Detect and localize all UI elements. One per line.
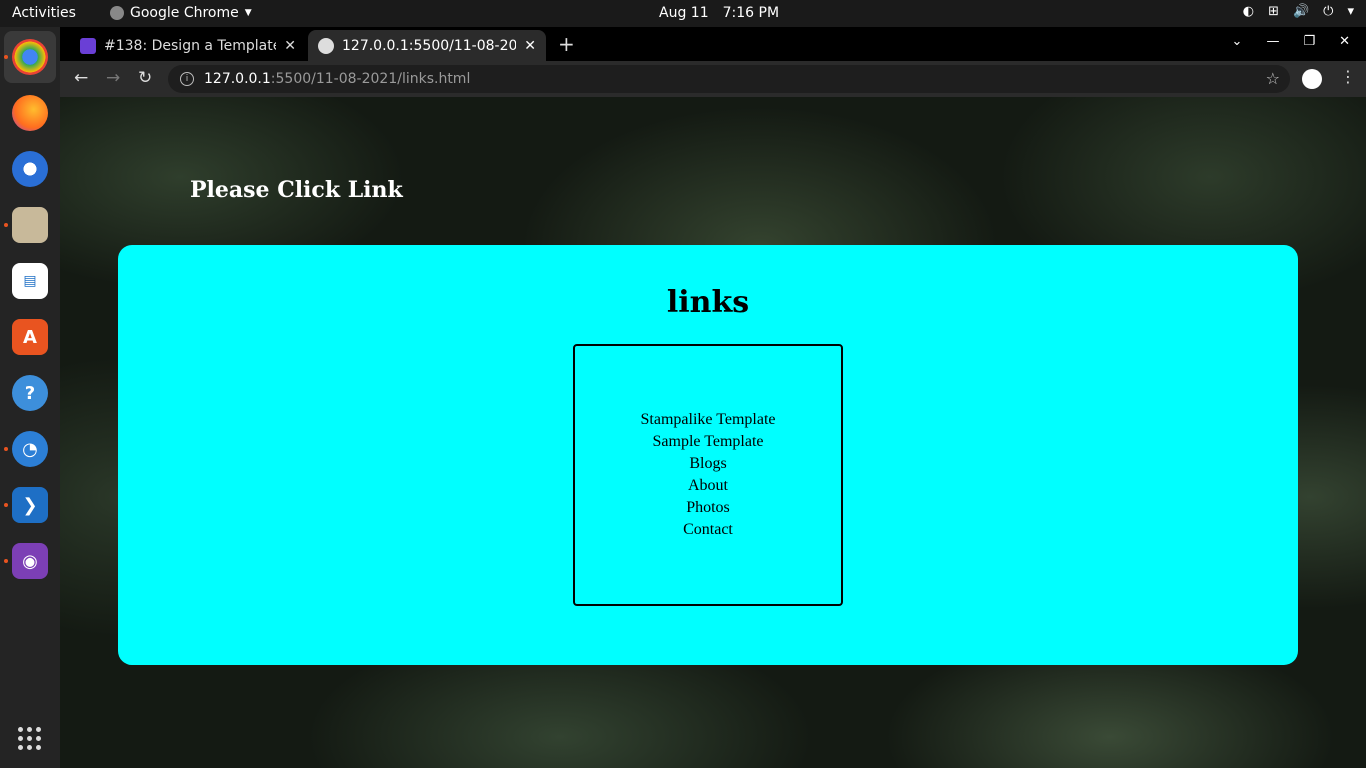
back-icon[interactable]: ← xyxy=(74,68,88,88)
software-icon[interactable]: A xyxy=(12,319,48,355)
forward-icon[interactable]: → xyxy=(106,68,120,88)
close-icon[interactable]: ✕ xyxy=(524,38,536,54)
files-icon[interactable] xyxy=(12,207,48,243)
close-icon[interactable]: ✕ xyxy=(284,38,296,54)
timeshift-icon[interactable]: ◔ xyxy=(12,431,48,467)
maximize-icon[interactable]: ❐ xyxy=(1303,34,1315,49)
page-viewport: Please Click Link links Stampalike Templ… xyxy=(60,97,1366,768)
tab-favicon-icon xyxy=(80,37,96,54)
night-light-icon: ◐ xyxy=(1242,4,1255,19)
caret-down-icon: ▾ xyxy=(1347,4,1354,19)
links-panel: links Stampalike Template Sample Templat… xyxy=(118,245,1298,665)
url-path: :5500/11-08-2021/links.html xyxy=(270,71,471,87)
tab-search-icon[interactable]: ⌄ xyxy=(1232,34,1243,49)
network-icon: ⊞ xyxy=(1268,4,1279,19)
github-icon[interactable]: ◉ xyxy=(12,543,48,579)
chrome-small-icon xyxy=(110,6,124,20)
system-top-bar: Activities Google Chrome ▼ Aug 11 7:16 P… xyxy=(0,0,1366,27)
running-dot xyxy=(4,559,8,563)
globe-icon xyxy=(318,37,334,54)
info-icon[interactable]: i xyxy=(180,72,194,86)
new-tab-button[interactable]: + xyxy=(558,32,575,56)
chrome-icon[interactable] xyxy=(12,39,48,75)
tab-design-template[interactable]: #138: Design a Template ✕ xyxy=(70,30,306,61)
address-bar[interactable]: i 127.0.0.1:5500/11-08-2021/links.html ☆ xyxy=(168,65,1290,93)
bookmark-star-icon[interactable]: ☆ xyxy=(1266,69,1280,88)
close-window-icon[interactable]: ✕ xyxy=(1339,34,1350,49)
menu-kebab-icon[interactable]: ⋮ xyxy=(1340,67,1356,86)
volume-icon: 🔊 xyxy=(1292,4,1310,19)
link-about[interactable]: About xyxy=(688,475,728,497)
app-grid-icon[interactable] xyxy=(18,727,42,751)
writer-icon[interactable]: ▤ xyxy=(12,263,48,299)
link-sample-template[interactable]: Sample Template xyxy=(653,431,764,453)
links-box: Stampalike Template Sample Template Blog… xyxy=(573,344,843,606)
tab-strip: #138: Design a Template ✕ 127.0.0.1:5500… xyxy=(60,27,1366,61)
firefox-icon[interactable] xyxy=(12,95,48,131)
browser-toolbar: ← → ↻ i 127.0.0.1:5500/11-08-2021/links.… xyxy=(60,61,1366,97)
vscode-icon[interactable]: ❯ xyxy=(12,487,48,523)
minimize-icon[interactable]: — xyxy=(1266,34,1279,49)
app-menu[interactable]: Google Chrome ▼ xyxy=(110,5,252,21)
window-controls: ⌄ — ❐ ✕ xyxy=(1232,34,1350,49)
activities-button[interactable]: Activities xyxy=(12,5,76,21)
clock[interactable]: Aug 11 7:16 PM xyxy=(659,5,779,21)
tab-links-page[interactable]: 127.0.0.1:5500/11-08-2021 ✕ xyxy=(308,30,546,61)
running-dot xyxy=(4,55,8,59)
link-contact[interactable]: Contact xyxy=(683,519,733,541)
caret-down-icon: ▼ xyxy=(244,8,252,18)
running-dot xyxy=(4,503,8,507)
dock: ▤ A ? ◔ ❯ ◉ xyxy=(0,27,60,768)
link-blogs[interactable]: Blogs xyxy=(689,453,726,475)
running-dot xyxy=(4,447,8,451)
link-photos[interactable]: Photos xyxy=(686,497,730,519)
help-icon[interactable]: ? xyxy=(12,375,48,411)
thunderbird-icon[interactable] xyxy=(12,151,48,187)
link-stampalike-template[interactable]: Stampalike Template xyxy=(641,409,776,431)
power-icon: ⏻ xyxy=(1323,4,1334,19)
profile-icon[interactable] xyxy=(1302,69,1322,89)
page-heading: Please Click Link xyxy=(190,177,403,203)
url-host: 127.0.0.1 xyxy=(204,71,271,87)
tab-title: #138: Design a Template xyxy=(104,37,277,54)
reload-icon[interactable]: ↻ xyxy=(138,68,152,88)
panel-title: links xyxy=(666,285,750,320)
time: 7:16 PM xyxy=(722,5,780,21)
tab-title: 127.0.0.1:5500/11-08-2021 xyxy=(342,37,517,54)
date: Aug 11 xyxy=(659,5,709,21)
running-dot xyxy=(4,223,8,227)
system-tray[interactable]: ◐ ⊞ 🔊 ⏻ ▾ xyxy=(1243,4,1354,19)
app-name: Google Chrome xyxy=(130,5,239,21)
